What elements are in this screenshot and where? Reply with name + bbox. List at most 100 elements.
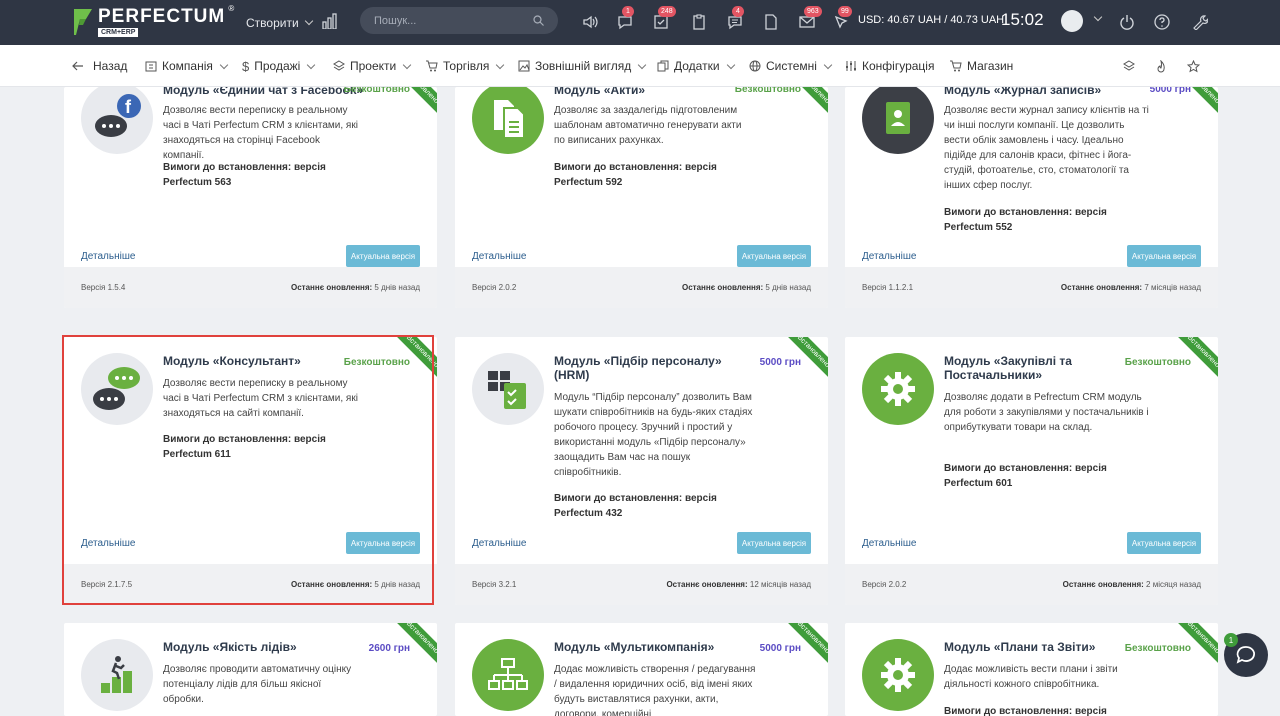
nav-appearance[interactable]: Зовнішній вигляд — [518, 45, 647, 87]
avatar[interactable] — [1061, 10, 1083, 32]
actual-version-button[interactable]: Актуальна версія — [1127, 245, 1201, 267]
tasks-badge: 248 — [658, 6, 676, 17]
actual-version-button[interactable]: Актуальна версія — [737, 245, 811, 267]
building-icon — [145, 61, 157, 72]
last-update-label: Останнє оновлення: — [682, 283, 764, 292]
nav-system-label: Системні — [766, 59, 817, 73]
module-description: Дозволяє за заздалегідь підготовленим ша… — [554, 105, 742, 146]
nav-sales-label: Продажі — [254, 59, 301, 73]
search-icon[interactable] — [533, 15, 544, 26]
layers-icon — [333, 60, 345, 71]
module-card-journal: Модуль «Журнал записів» 5000 грн Встанов… — [845, 87, 1218, 308]
module-card-hrm: Модуль «Підбір персоналу» (HRM) 5000 грн… — [455, 337, 828, 605]
more-link[interactable]: Детальніше — [472, 538, 526, 549]
chevron-down-icon — [496, 60, 505, 69]
module-description: Дозволяє проводити автоматичну оцінку по… — [163, 664, 352, 705]
wrench-icon[interactable] — [1189, 11, 1211, 33]
last-update: Останнє оновлення: 5 днів назад — [291, 283, 420, 292]
module-card-procurement: Модуль «Закупівлі та Постачальники» Безк… — [845, 337, 1218, 605]
chevron-down-icon — [402, 60, 412, 69]
module-card-consultant: Модуль «Консультант» Безкоштовно Встанов… — [64, 337, 437, 605]
last-update-label: Останнє оновлення: — [291, 283, 373, 292]
logo[interactable]: PERFECTUM CRM+ERP ® — [72, 4, 234, 40]
nav-addons[interactable]: Додатки — [657, 45, 735, 87]
more-link[interactable]: Детальніше — [862, 251, 916, 262]
consultant-chat-icon — [81, 353, 153, 425]
actual-version-button[interactable]: Актуальна версія — [346, 532, 420, 554]
module-title: Модуль «Плани та Звіти» — [944, 640, 1096, 654]
arrow-left-icon — [72, 61, 83, 71]
module-version: Версія 2.1.7.5 — [81, 580, 133, 589]
module-card-multicompany: Модуль «Мультикомпанія» 5000 грн Встанов… — [455, 623, 828, 716]
clipboard-icon[interactable] — [688, 11, 710, 33]
nav-system[interactable]: Системні — [749, 45, 833, 87]
documents-icon — [472, 87, 544, 154]
chevron-down-icon — [304, 16, 313, 26]
notifications-icon[interactable]: 99 — [830, 6, 852, 33]
actual-version-button[interactable]: Актуальна версія — [1127, 532, 1201, 554]
module-card-plans: Модуль «Плани та Звіти» Безкоштовно Вста… — [845, 623, 1218, 716]
actual-version-button[interactable]: Актуальна версія — [346, 245, 420, 267]
sliders-icon — [846, 61, 856, 71]
last-update: Останнє оновлення: 12 місяців назад — [666, 580, 811, 589]
logo-text: PERFECTUM — [98, 6, 226, 27]
more-link[interactable]: Детальніше — [81, 538, 135, 549]
module-title: Модуль «Консультант» — [163, 354, 301, 368]
nav-store[interactable]: Магазин — [949, 45, 1013, 87]
messages-icon[interactable]: 4 — [724, 6, 746, 33]
image-icon — [518, 60, 530, 72]
chat-badge: 1 — [622, 6, 634, 17]
module-footer: Версія 1.1.2.1 Останнє оновлення: 7 міся… — [845, 267, 1218, 308]
volume-icon[interactable] — [579, 11, 601, 33]
nav-sales[interactable]: $ Продажі — [242, 45, 316, 87]
document-icon[interactable] — [760, 11, 782, 33]
more-link[interactable]: Детальніше — [862, 538, 916, 549]
help-icon[interactable] — [1151, 11, 1173, 33]
last-update: Останнє оновлення: 2 місяця назад — [1063, 580, 1201, 589]
nav-back[interactable]: Назад — [72, 45, 127, 87]
star-button[interactable] — [1187, 45, 1200, 87]
module-price: 2600 грн — [368, 643, 410, 654]
power-icon[interactable] — [1116, 11, 1138, 33]
last-update-value: 5 днів назад — [765, 283, 811, 292]
more-link[interactable]: Детальніше — [81, 251, 135, 262]
module-description: Додає можливість створення / редагування… — [554, 664, 756, 716]
module-price: 5000 грн — [1149, 87, 1191, 95]
module-version: Версія 2.0.2 — [472, 283, 517, 292]
currency-rate: USD: 40.67 UAH / 40.73 UAH — [858, 14, 1005, 26]
stairs-growth-icon — [81, 639, 153, 711]
module-description: Дозволяє вести переписку в реальному час… — [163, 105, 358, 161]
mail-icon[interactable]: 963 — [796, 6, 822, 33]
last-update: Останнє оновлення: 5 днів назад — [682, 283, 811, 292]
module-version: Версія 1.5.4 — [81, 283, 126, 292]
fire-button[interactable] — [1155, 45, 1167, 87]
globe-icon — [749, 60, 761, 72]
module-requirements: Вимоги до встановлення: версія — [944, 706, 1107, 716]
tasks-icon[interactable]: 248 — [650, 6, 676, 33]
last-update-value: 2 місяця назад — [1146, 580, 1201, 589]
search-input[interactable] — [374, 14, 524, 27]
nav-projects-label: Проекти — [350, 59, 397, 73]
nav-config[interactable]: Конфігурація — [845, 45, 934, 87]
nav-projects[interactable]: Проекти — [333, 45, 412, 87]
module-title: Модуль «Єдиний чат з Facebook» — [163, 87, 364, 97]
more-link[interactable]: Детальніше — [472, 251, 526, 262]
module-price: Безкоштовно — [343, 357, 410, 368]
last-update-label: Останнє оновлення: — [291, 580, 373, 589]
module-description: Дозволяє додати в Pefrectum CRM модуль д… — [944, 392, 1149, 433]
nav-trade[interactable]: Торгівля — [425, 45, 505, 87]
layers-button[interactable] — [1123, 45, 1135, 87]
stats-icon[interactable] — [322, 13, 340, 34]
nav-company[interactable]: Компанія — [145, 45, 229, 87]
module-version: Версія 2.0.2 — [862, 580, 907, 589]
nav-appearance-label: Зовнішній вигляд — [535, 59, 632, 73]
module-title: Модуль «Підбір персоналу» (HRM) — [554, 354, 722, 382]
chat-icon[interactable]: 1 — [614, 6, 636, 33]
actual-version-button[interactable]: Актуальна версія — [737, 532, 811, 554]
avatar-chevron-icon[interactable] — [1093, 12, 1103, 22]
copy-icon — [657, 60, 669, 72]
module-price: Безкоштовно — [1124, 643, 1191, 654]
create-dropdown[interactable]: Створити — [246, 0, 313, 45]
mail-badge: 963 — [804, 6, 822, 17]
last-update-label: Останнє оновлення: — [666, 580, 748, 589]
